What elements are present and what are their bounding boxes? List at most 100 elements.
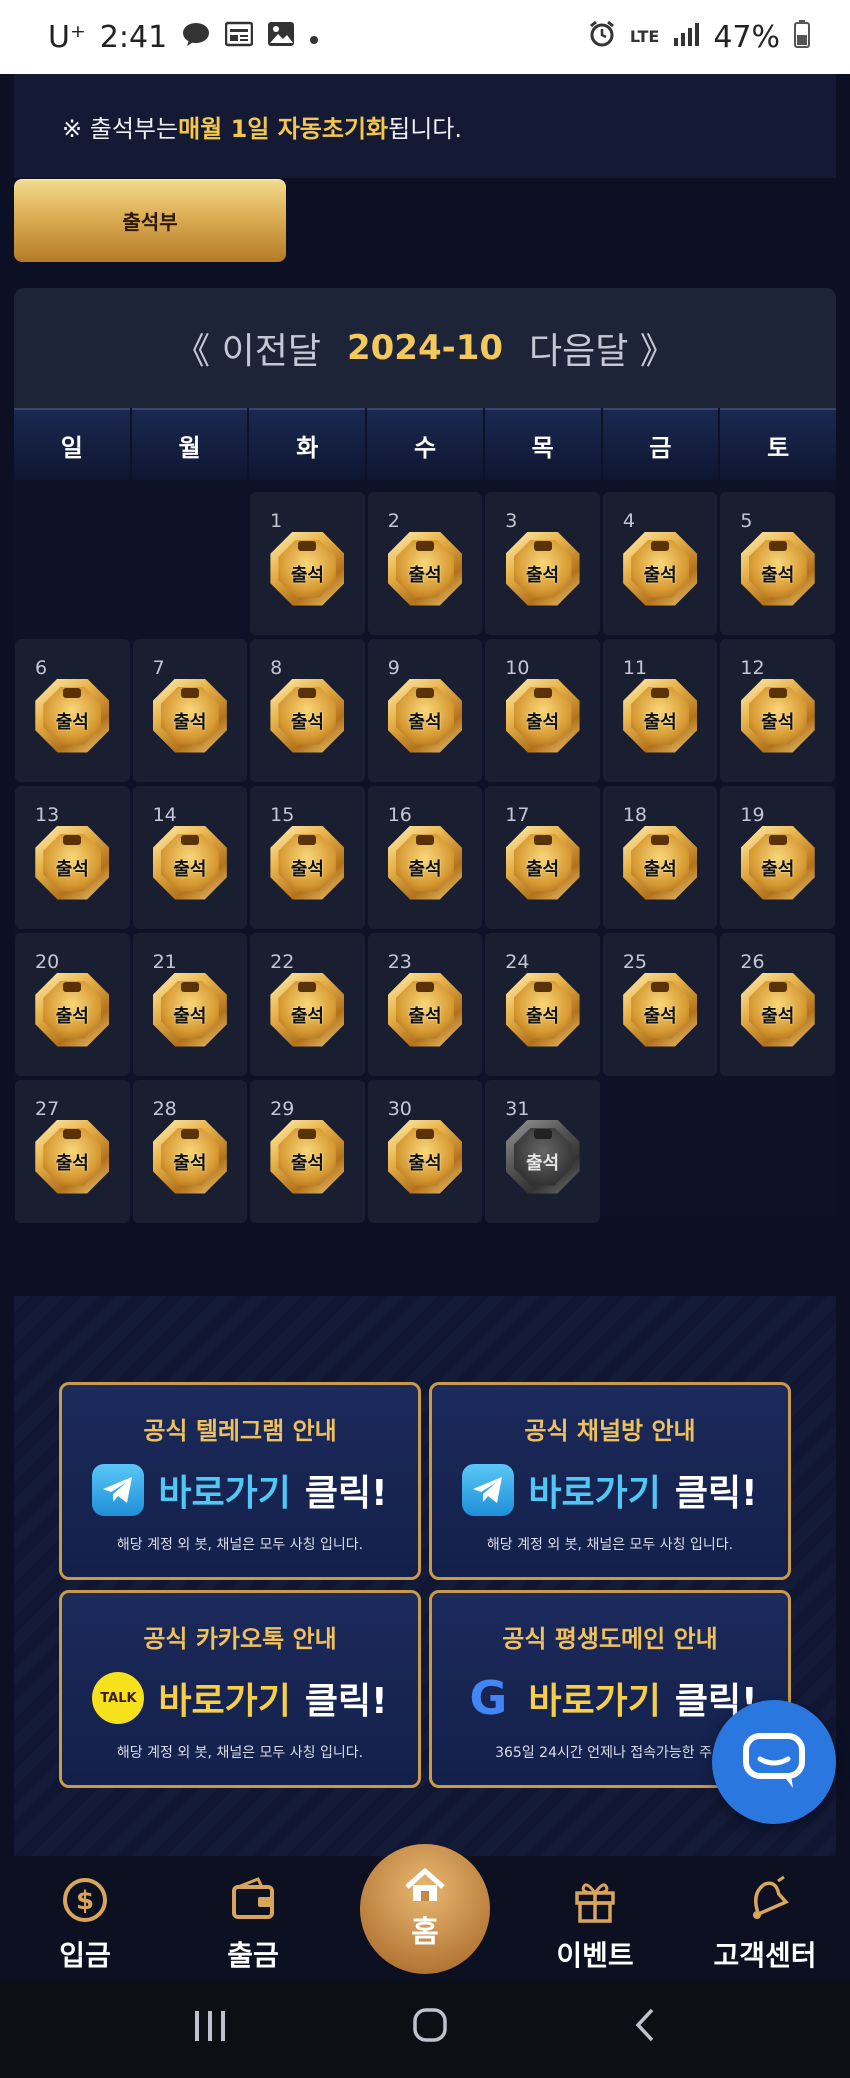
- battery-icon: [794, 19, 810, 55]
- nav-home[interactable]: 홈: [360, 1844, 490, 1974]
- attendance-badge-icon: 출석: [270, 972, 345, 1047]
- day-cell[interactable]: 7 출석: [132, 639, 248, 782]
- badge-text: 출석: [526, 1005, 560, 1027]
- day-cell[interactable]: 18 출석: [602, 786, 718, 929]
- day-cell[interactable]: 14 출석: [132, 786, 248, 929]
- nav-label: 이벤트: [556, 1939, 634, 1972]
- nav-withdraw[interactable]: 출금: [188, 1872, 318, 1974]
- nav-support[interactable]: 고객센터: [700, 1872, 830, 1974]
- badge-text: 출석: [408, 1152, 442, 1174]
- link-card-subtitle: 해당 계정 외 봇, 채널은 모두 사칭 입니다.: [486, 1537, 734, 1553]
- day-number: 26: [740, 951, 765, 973]
- badge-text: 출석: [526, 711, 560, 733]
- day-number: 9: [387, 657, 400, 679]
- day-cell[interactable]: 30 출석: [367, 1080, 483, 1223]
- link-card-cta-a: 바로가기: [528, 1681, 661, 1722]
- home-circle-icon: [413, 2008, 447, 2042]
- calendar-header: 《 이전달 2024-10 다음달 》: [14, 288, 836, 408]
- day-cell[interactable]: 24 출석: [485, 933, 600, 1076]
- back-button[interactable]: [632, 2007, 658, 2052]
- attendance-badge-icon: 출석: [387, 825, 462, 900]
- day-cell[interactable]: 23 출석: [367, 933, 483, 1076]
- day-cell[interactable]: 29 출석: [250, 1080, 365, 1223]
- day-cell[interactable]: 10 출석: [485, 639, 600, 782]
- telegram-icon: [462, 1464, 515, 1516]
- day-cell[interactable]: 1 출석: [250, 492, 365, 635]
- attendance-badge-icon: 출석: [387, 972, 462, 1047]
- prev-month-button[interactable]: 《 이전달: [174, 322, 321, 374]
- attendance-button[interactable]: 출석부: [14, 179, 286, 262]
- recent-apps-button[interactable]: [192, 2008, 228, 2052]
- attendance-badge-icon: 출석: [35, 972, 110, 1047]
- telegram-link-card[interactable]: 공식 텔레그램 안내 바로가기 클릭! 해당 계정 외 봇, 채널은 모두 사칭…: [59, 1382, 421, 1580]
- attendance-badge-icon: 출석: [35, 678, 110, 753]
- missed-badge-icon: 출석: [505, 1119, 580, 1194]
- weekday-wed: 수: [367, 408, 483, 480]
- day-cell[interactable]: 26 출석: [720, 933, 835, 1076]
- day-cell[interactable]: 21 출석: [132, 933, 248, 1076]
- nav-deposit[interactable]: $ 입금: [20, 1872, 150, 1974]
- day-cell[interactable]: 6 출석: [15, 639, 130, 782]
- badge-text: 출석: [761, 858, 795, 880]
- link-card-cta: TALK 바로가기 클릭!: [62, 1672, 418, 1724]
- dot-icon: [309, 22, 319, 52]
- day-number: 22: [270, 951, 295, 973]
- day-cell[interactable]: 4 출석: [602, 492, 718, 635]
- day-number: 29: [270, 1098, 295, 1120]
- home-system-button[interactable]: [412, 2007, 448, 2052]
- telegram-icon: [92, 1464, 145, 1516]
- weekday-mon: 월: [131, 408, 248, 480]
- bottom-nav: $ 입금 출금 홈 이벤트 고객센터: [0, 1844, 850, 1981]
- day-cell[interactable]: 9 출석: [367, 639, 483, 782]
- status-bar: U⁺ 2:41 LTE 47%: [0, 0, 850, 74]
- day-cell[interactable]: 31 출석: [485, 1080, 600, 1223]
- day-cell[interactable]: 13 출석: [15, 786, 130, 929]
- day-cell[interactable]: 22 출석: [250, 933, 365, 1076]
- system-nav: [0, 1981, 850, 2078]
- link-card-subtitle: 해당 계정 외 봇, 채널은 모두 사칭 입니다.: [116, 1745, 364, 1761]
- day-cell[interactable]: 17 출석: [485, 786, 600, 929]
- day-number: 1: [270, 510, 283, 532]
- attendance-badge-icon: 출석: [35, 825, 110, 900]
- day-cell[interactable]: 11 출석: [602, 639, 718, 782]
- link-card-subtitle: 해당 계정 외 봇, 채널은 모두 사칭 입니다.: [116, 1537, 364, 1553]
- back-icon: [635, 2008, 654, 2042]
- badge-text: 출석: [526, 858, 560, 880]
- link-card-cta: 바로가기 클릭!: [432, 1464, 788, 1516]
- day-cell[interactable]: 15 출석: [250, 786, 365, 929]
- day-cell[interactable]: 5 출석: [720, 492, 835, 635]
- weekday-tue: 화: [249, 408, 366, 480]
- badge-text: 출석: [173, 711, 207, 733]
- nav-label: 출금: [227, 1939, 279, 1972]
- day-number: 27: [35, 1098, 60, 1120]
- link-card-cta-b: 클릭!: [674, 1473, 758, 1514]
- day-cell[interactable]: 3 출석: [485, 492, 600, 635]
- day-cell[interactable]: 19 출석: [720, 786, 835, 929]
- weekday-sun: 일: [14, 408, 130, 480]
- day-cell[interactable]: 16 출석: [367, 786, 483, 929]
- days-grid: 1 출석 2 출석 3 출석 4 출석 5 출석 6 출석 7 출석 8 출석 9 출석 10 출석 11 출석 12 출석 1…: [14, 492, 836, 1223]
- notice-highlight: 매월 1일 자동초기화: [178, 114, 389, 143]
- notice-prefix: ※ 출석부는: [62, 114, 179, 143]
- day-number: 20: [35, 951, 60, 973]
- kakaotalk-link-card[interactable]: 공식 카카오톡 안내 TALK 바로가기 클릭! 해당 계정 외 봇, 채널은 …: [59, 1590, 421, 1788]
- badge-text: 출석: [173, 1005, 207, 1027]
- channel-link-card[interactable]: 공식 채널방 안내 바로가기 클릭! 해당 계정 외 봇, 채널은 모두 사칭 …: [429, 1382, 791, 1580]
- calendar-news-icon: [224, 21, 254, 54]
- alarm-icon: [588, 20, 616, 55]
- wallet-icon: [188, 1872, 318, 1928]
- day-cell[interactable]: 28 출석: [132, 1080, 248, 1223]
- day-cell[interactable]: 8 출석: [250, 639, 365, 782]
- day-cell[interactable]: 27 출석: [15, 1080, 130, 1223]
- signal-icon: [673, 22, 700, 53]
- badge-text: 출석: [643, 711, 677, 733]
- next-month-button[interactable]: 다음달 》: [529, 322, 676, 374]
- nav-event[interactable]: 이벤트: [530, 1872, 660, 1974]
- chat-button[interactable]: [712, 1700, 836, 1824]
- nav-label: 입금: [59, 1939, 111, 1972]
- day-cell[interactable]: 12 출석: [720, 639, 835, 782]
- day-cell[interactable]: 25 출석: [602, 933, 718, 1076]
- day-cell[interactable]: 20 출석: [15, 933, 130, 1076]
- day-cell[interactable]: 2 출석: [367, 492, 483, 635]
- notice-suffix: 됩니다.: [388, 114, 462, 143]
